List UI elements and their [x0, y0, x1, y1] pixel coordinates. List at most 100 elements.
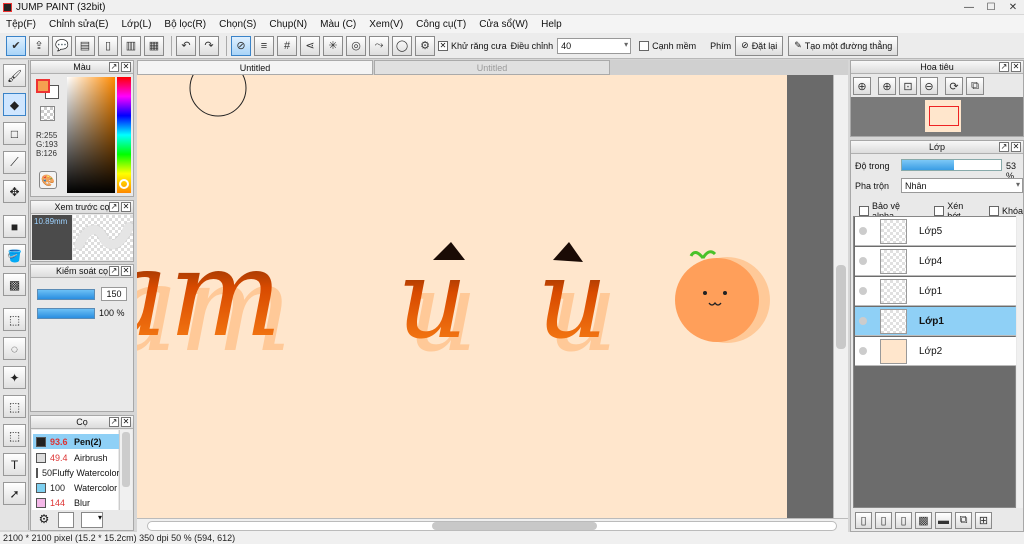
shape-tool-icon[interactable]: □: [3, 122, 26, 145]
eyedropper-tool-icon[interactable]: ➚: [3, 482, 26, 505]
brush-tool-icon[interactable]: 🖌: [3, 64, 26, 87]
hue-slider[interactable]: [117, 77, 131, 193]
eye-icon[interactable]: [859, 227, 867, 235]
layer-mask-icon[interactable]: ▯: [895, 512, 912, 529]
cross-ruler-icon[interactable]: #: [277, 35, 297, 56]
maximize-button[interactable]: ☐: [980, 0, 1002, 14]
layer-row-selected[interactable]: Lớp1: [855, 307, 1016, 336]
tab-untitled[interactable]: Untitled: [374, 60, 610, 75]
brush-settings-icon[interactable]: ⚙: [35, 512, 53, 528]
move-tool-icon[interactable]: ✥: [3, 180, 26, 203]
list-item[interactable]: 93.6 Pen(2): [33, 434, 119, 449]
reset-button[interactable]: ⊘ Đặt lại: [735, 35, 784, 56]
export-icon[interactable]: ⇪: [29, 35, 49, 56]
parallel-ruler-icon[interactable]: ≡: [254, 35, 274, 56]
gradient-tool-icon[interactable]: ▩: [3, 273, 26, 296]
layer-halftone-icon[interactable]: ▩: [915, 512, 932, 529]
select-pen-icon[interactable]: ⬚: [3, 395, 26, 418]
menu-filter[interactable]: Bộ lọc(R): [164, 19, 206, 30]
fit-screen-icon[interactable]: ⊡: [899, 77, 917, 95]
flip-icon[interactable]: ⧉: [966, 77, 984, 95]
hue-handle[interactable]: [119, 179, 129, 189]
eye-icon[interactable]: [859, 317, 867, 325]
soft-edge-checkbox[interactable]: [639, 40, 650, 51]
straight-line-button[interactable]: ✎ Tạo một đường thẳng: [788, 35, 899, 56]
panel-close-icon[interactable]: ✕: [121, 266, 131, 276]
grid-icon[interactable]: ▦: [144, 35, 164, 56]
blend-mode-select[interactable]: Nhân ▾: [901, 178, 1023, 193]
menu-color[interactable]: Màu (C): [320, 19, 356, 30]
brush-size-input[interactable]: 150: [101, 287, 127, 301]
panel-close-icon[interactable]: ✕: [1011, 62, 1021, 72]
layer-row[interactable]: Lớp5: [855, 217, 1016, 246]
new-layer-copy-icon[interactable]: ▯: [875, 512, 892, 529]
panel-float-icon[interactable]: ↗: [109, 417, 119, 427]
canvas-vertical-scrollbar[interactable]: [833, 75, 848, 518]
list-item[interactable]: 49.4 Airbrush: [33, 450, 119, 465]
list-item[interactable]: 100 Watercolor: [33, 480, 119, 495]
bucket-tool-icon[interactable]: 🪣: [3, 244, 26, 267]
adjust-select[interactable]: 40 ▾: [557, 37, 632, 54]
page-icon[interactable]: ▯: [98, 35, 118, 56]
saturation-value-picker[interactable]: [67, 77, 115, 193]
zoom-fit-plus-icon[interactable]: ⊕: [878, 77, 896, 95]
brush-size-slider[interactable]: [37, 289, 95, 300]
menu-help[interactable]: Help: [541, 19, 562, 30]
curve-ruler-icon[interactable]: ⤳: [369, 35, 389, 56]
palette-icon[interactable]: 🎨: [39, 171, 57, 189]
close-button[interactable]: ✕: [1002, 0, 1024, 14]
eye-icon[interactable]: [859, 257, 867, 265]
lasso-select-icon[interactable]: ◌: [3, 337, 26, 360]
menu-layer[interactable]: Lớp(L): [122, 19, 152, 30]
zoom-out-icon[interactable]: ⊖: [920, 77, 938, 95]
layer-opacity-slider[interactable]: [901, 159, 1002, 171]
redo-icon[interactable]: ↷: [199, 35, 219, 56]
protect-alpha-checkbox[interactable]: [859, 206, 869, 216]
panel-float-icon[interactable]: ↗: [109, 266, 119, 276]
layer-row[interactable]: Lớp4: [855, 247, 1016, 276]
layer-list-scrollbar[interactable]: [1017, 216, 1023, 508]
eye-icon[interactable]: [859, 347, 867, 355]
menu-window[interactable]: Cửa sổ(W): [479, 19, 528, 30]
new-layer-icon[interactable]: ▯: [855, 512, 872, 529]
check-icon[interactable]: ✔: [6, 35, 26, 56]
ruler-off-icon[interactable]: ⊘: [231, 35, 251, 56]
text-tool-icon[interactable]: T: [3, 453, 26, 476]
brush-opacity-slider[interactable]: [37, 308, 95, 319]
navigator-viewport[interactable]: [929, 106, 959, 126]
line-tool-icon[interactable]: ⟋: [3, 151, 26, 174]
menu-capture[interactable]: Chụp(N): [269, 19, 307, 30]
fill-rect-tool-icon[interactable]: ■: [3, 215, 26, 238]
ellipse-ruler-icon[interactable]: ◯: [392, 35, 412, 56]
new-brush-icon[interactable]: [58, 512, 74, 528]
antialias-checkbox[interactable]: ✕: [438, 40, 448, 51]
pages-icon[interactable]: ▥: [121, 35, 141, 56]
zoom-in-icon[interactable]: ⊕: [853, 77, 871, 95]
list-item[interactable]: 144 Blur: [33, 495, 119, 510]
brush-menu-icon[interactable]: ▾: [81, 512, 103, 528]
eye-icon[interactable]: [859, 287, 867, 295]
scroll-thumb[interactable]: [122, 432, 130, 487]
undo-icon[interactable]: ↶: [176, 35, 196, 56]
tab-untitled-active[interactable]: Untitled: [137, 60, 373, 75]
duplicate-layer-icon[interactable]: ⧉: [955, 512, 972, 529]
minimize-button[interactable]: —: [958, 0, 980, 14]
navigator-preview[interactable]: [851, 97, 1023, 136]
menu-tools[interactable]: Công cụ(T): [416, 19, 466, 30]
comment-icon[interactable]: 💬: [52, 35, 72, 56]
canvas-horizontal-scrollbar[interactable]: [137, 518, 848, 532]
drawing-canvas[interactable]: ạm ạm u u u u: [137, 75, 787, 518]
menu-view[interactable]: Xem(V): [369, 19, 403, 30]
panel-close-icon[interactable]: ✕: [121, 202, 131, 212]
panel-close-icon[interactable]: ✕: [121, 62, 131, 72]
select-eraser-icon[interactable]: ⬚: [3, 424, 26, 447]
list-item[interactable]: 50 Fluffy Watercolor: [33, 465, 119, 480]
menu-file[interactable]: Tệp(F): [6, 19, 36, 30]
scroll-thumb[interactable]: [432, 522, 597, 530]
concentric-icon[interactable]: ◎: [346, 35, 366, 56]
panel-close-icon[interactable]: ✕: [121, 417, 131, 427]
panel-float-icon[interactable]: ↗: [999, 62, 1009, 72]
rotate-icon[interactable]: ⟳: [945, 77, 963, 95]
lock-checkbox[interactable]: [989, 206, 999, 216]
brush-list-scrollbar[interactable]: [119, 430, 132, 510]
